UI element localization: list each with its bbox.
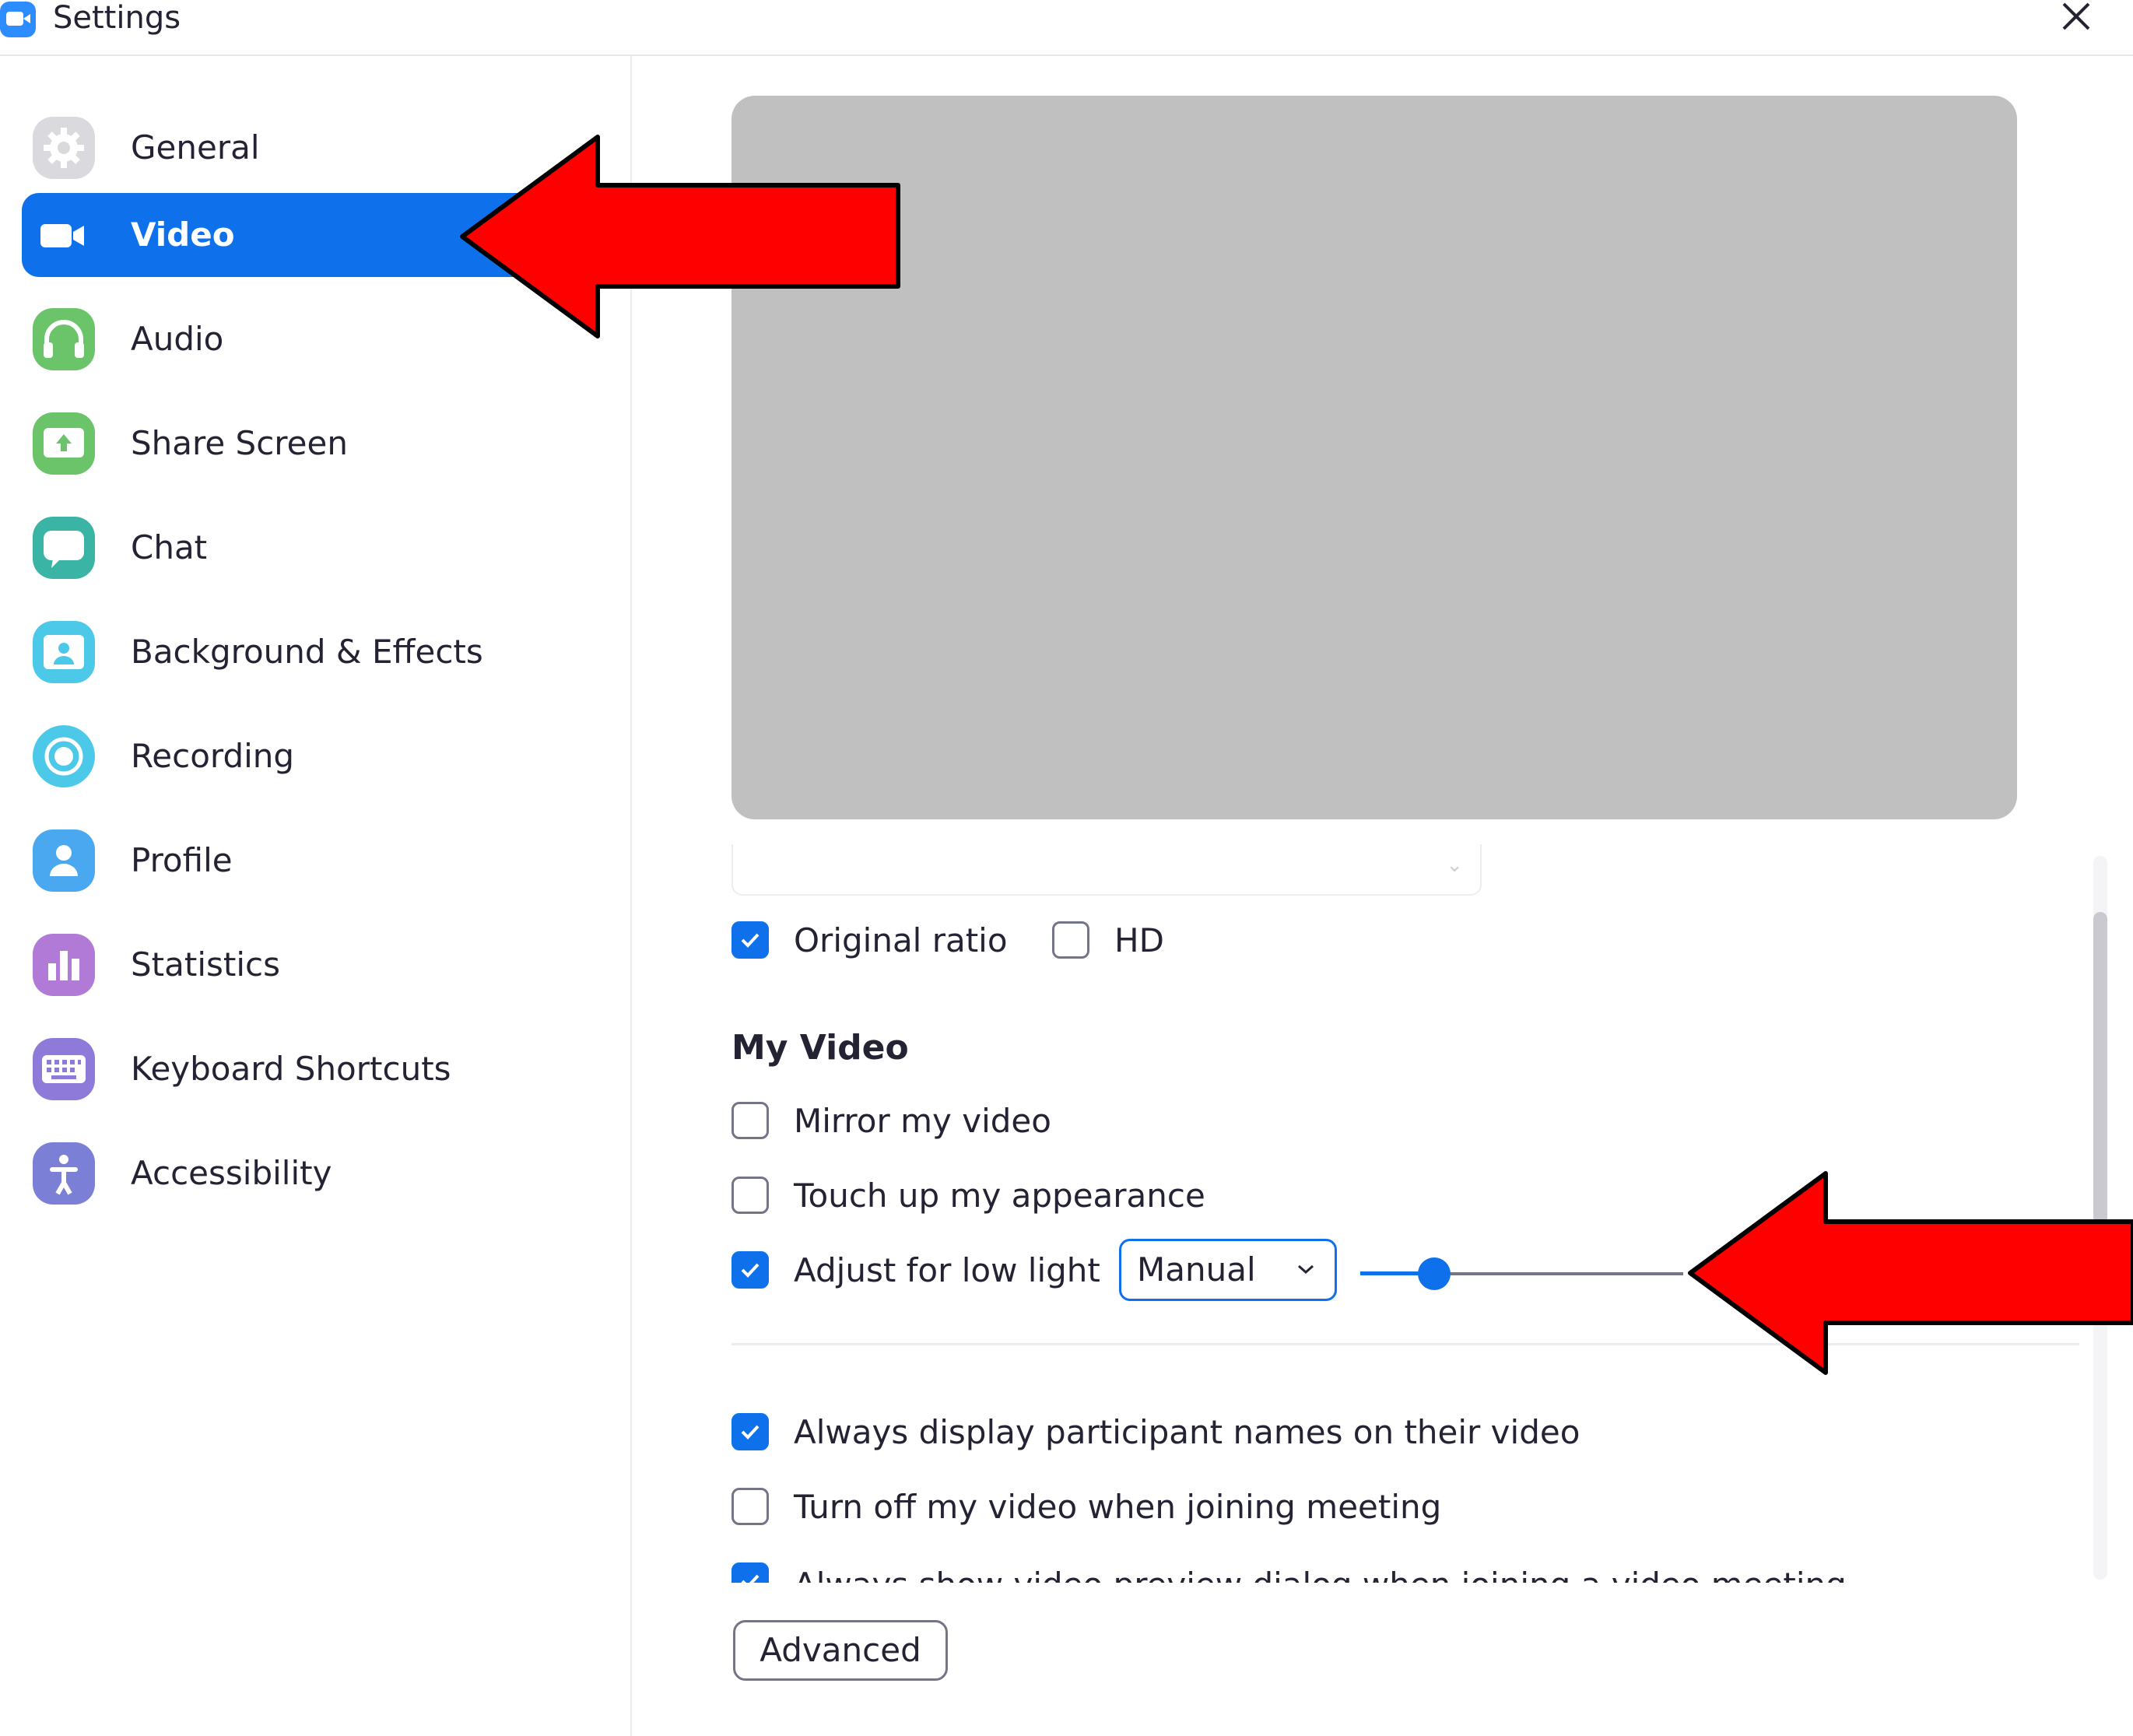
sidebar-item-chat[interactable]: Chat xyxy=(22,506,598,590)
close-icon xyxy=(2062,2,2090,30)
low-light-mode-dropdown[interactable]: Manual xyxy=(1119,1239,1337,1301)
preview-dialog-option[interactable]: Always show video preview dialog when jo… xyxy=(731,1556,1899,1583)
low-light-label: Adjust for low light xyxy=(794,1251,1100,1289)
preview-dialog-checkbox[interactable] xyxy=(731,1562,769,1583)
bar-chart-icon xyxy=(33,934,95,996)
sidebar-item-label: Statistics xyxy=(131,945,280,984)
record-icon xyxy=(33,725,95,787)
original-ratio-option[interactable]: Original ratio xyxy=(731,918,1043,965)
hd-label: HD xyxy=(1114,921,1164,959)
video-camera-icon xyxy=(33,204,95,266)
sidebar-item-keyboard-shortcuts[interactable]: Keyboard Shortcuts xyxy=(22,1027,598,1111)
profile-person-icon xyxy=(33,829,95,892)
sidebar-item-label: Profile xyxy=(131,841,233,879)
zoom-app-icon xyxy=(0,2,36,37)
low-light-checkbox[interactable] xyxy=(731,1251,769,1289)
chevron-down-icon xyxy=(1298,1264,1314,1275)
video-preview xyxy=(731,96,2017,819)
original-ratio-checkbox[interactable] xyxy=(731,921,769,959)
turn-off-video-checkbox[interactable] xyxy=(731,1488,769,1525)
sidebar-item-profile[interactable]: Profile xyxy=(22,819,598,903)
touch-up-option[interactable]: Touch up my appearance xyxy=(731,1173,1276,1220)
turn-off-video-label: Turn off my video when joining meeting xyxy=(794,1488,1442,1526)
sidebar-item-label: Audio xyxy=(131,320,224,358)
low-light-slider-track[interactable] xyxy=(1434,1272,1683,1275)
low-light-slider-handle[interactable] xyxy=(1418,1257,1451,1290)
window-title: Settings xyxy=(53,0,181,36)
checkmark-icon xyxy=(741,1263,760,1278)
original-ratio-label: Original ratio xyxy=(794,921,1008,959)
my-video-heading: My Video xyxy=(731,1028,909,1068)
sidebar-item-label: Background & Effects xyxy=(131,633,483,671)
hd-checkbox[interactable] xyxy=(1052,921,1089,959)
participant-names-label: Always display participant names on thei… xyxy=(794,1413,1580,1451)
checkmark-icon xyxy=(741,1425,760,1440)
title-bar: Settings xyxy=(0,0,2133,56)
participant-names-checkbox[interactable] xyxy=(731,1413,769,1450)
participant-names-option[interactable]: Always display participant names on thei… xyxy=(731,1410,1665,1457)
headphones-icon xyxy=(33,308,95,370)
chevron-down-icon: ⌄ xyxy=(1446,854,1463,877)
sidebar-item-label: Accessibility xyxy=(131,1154,332,1192)
background-person-icon xyxy=(33,621,95,683)
mirror-video-checkbox[interactable] xyxy=(731,1102,769,1139)
mirror-video-option[interactable]: Mirror my video xyxy=(731,1099,1198,1145)
close-window-button[interactable] xyxy=(2054,0,2098,39)
touch-up-label: Touch up my appearance xyxy=(794,1177,1205,1215)
gear-icon xyxy=(33,117,95,179)
sidebar-item-label: Chat xyxy=(131,528,208,566)
sidebar-item-label: General xyxy=(131,128,260,167)
checkmark-icon xyxy=(741,1574,760,1583)
chat-bubble-icon xyxy=(33,517,95,579)
annotation-arrow-low-light xyxy=(1688,1171,2133,1375)
annotation-arrow-video xyxy=(460,135,900,338)
touch-up-checkbox[interactable] xyxy=(731,1177,769,1214)
sidebar-item-recording[interactable]: Recording xyxy=(22,714,598,798)
checkmark-icon xyxy=(741,933,760,948)
sidebar-item-label: Share Screen xyxy=(131,424,348,462)
sidebar-item-accessibility[interactable]: Accessibility xyxy=(22,1131,598,1215)
sidebar-item-statistics[interactable]: Statistics xyxy=(22,923,598,1007)
sidebar-item-label: Keyboard Shortcuts xyxy=(131,1050,451,1088)
low-light-option[interactable]: Adjust for low light xyxy=(731,1248,1105,1295)
mirror-video-label: Mirror my video xyxy=(794,1102,1051,1140)
turn-off-video-option[interactable]: Turn off my video when joining meeting xyxy=(731,1485,1665,1531)
camera-select[interactable]: ⌄ xyxy=(731,844,1482,896)
sidebar-item-label: Recording xyxy=(131,737,295,775)
share-screen-icon xyxy=(33,412,95,475)
sidebar-item-label: Video xyxy=(131,216,235,254)
low-light-mode-value: Manual xyxy=(1137,1250,1256,1289)
sidebar-item-background-effects[interactable]: Background & Effects xyxy=(22,610,598,694)
accessibility-icon xyxy=(33,1142,95,1205)
hd-option[interactable]: HD xyxy=(1052,918,1208,965)
sidebar-item-share-screen[interactable]: Share Screen xyxy=(22,402,598,486)
preview-dialog-label: Always show video preview dialog when jo… xyxy=(794,1562,1847,1583)
advanced-button[interactable]: Advanced xyxy=(733,1620,948,1681)
keyboard-icon xyxy=(33,1038,95,1100)
